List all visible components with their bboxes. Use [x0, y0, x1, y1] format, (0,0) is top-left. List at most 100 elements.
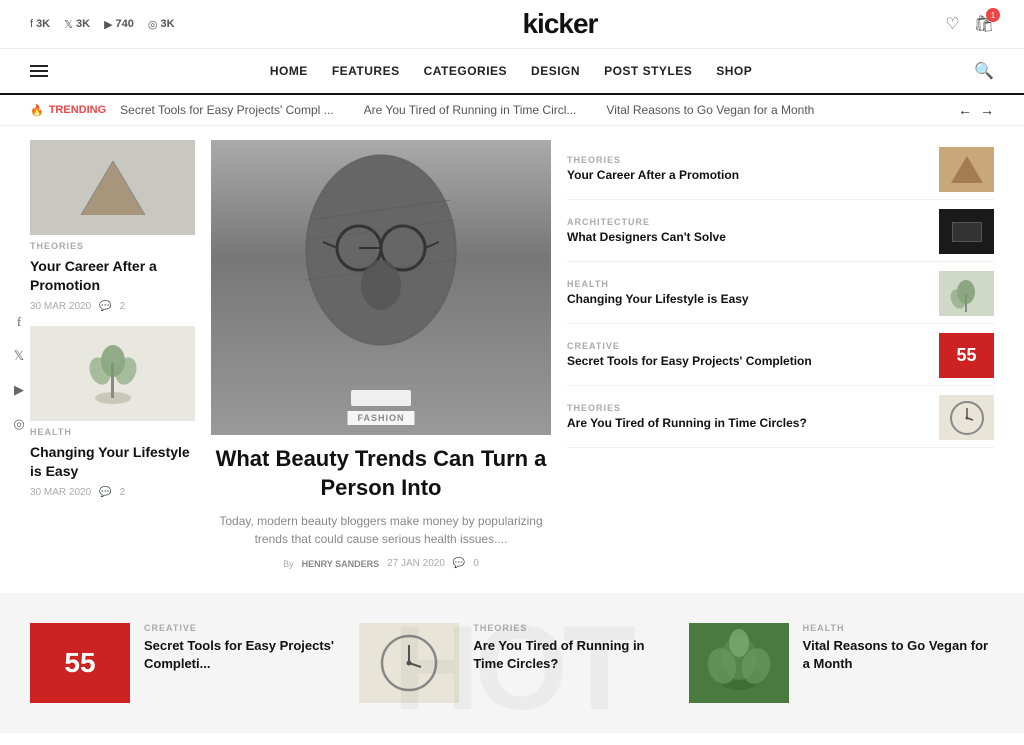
- youtube-float-icon[interactable]: ▶: [8, 379, 30, 401]
- bottom-card-2-cat: HEALTH: [803, 623, 994, 633]
- bottom-card-0-title[interactable]: Secret Tools for Easy Projects' Completi…: [144, 637, 335, 672]
- left-card-1-image[interactable]: [30, 326, 195, 421]
- left-card-1-category: HEALTH: [30, 427, 195, 437]
- right-item-2-title[interactable]: Changing Your Lifestyle is Easy: [567, 292, 929, 308]
- bottom-card-1-text: THEORIES Are You Tired of Running in Tim…: [473, 623, 664, 672]
- bottom-card-0-image[interactable]: 55: [30, 623, 130, 703]
- right-item-0-title[interactable]: Your Career After a Promotion: [567, 168, 929, 184]
- featured-meta: By HENRY SANDERS 27 JAN 2020 💬 0: [211, 558, 551, 569]
- right-item-1-title[interactable]: What Designers Can't Solve: [567, 230, 929, 246]
- clock-bottom-img: [359, 623, 459, 703]
- bottom-card-1-cat: THEORIES: [473, 623, 664, 633]
- left-card-1: HEALTH Changing Your Lifestyle is Easy 3…: [30, 326, 195, 498]
- floating-social: f 𝕏 ▶ ◎: [8, 311, 30, 435]
- instagram-float-icon[interactable]: ◎: [8, 413, 30, 435]
- left-card-1-meta: 30 MAR 2020 💬 2: [30, 487, 195, 498]
- nav-links: HOME FEATURES CATEGORIES DESIGN POST STY…: [270, 64, 752, 78]
- dark-img: [939, 209, 994, 254]
- right-item-0-cat: THEORIES: [567, 155, 929, 165]
- right-item-4-title[interactable]: Are You Tired of Running in Time Circles…: [567, 416, 929, 432]
- comment-icon-0: 💬: [99, 301, 111, 312]
- featured-image[interactable]: FASHION: [211, 140, 551, 435]
- ticker-prev[interactable]: ←: [958, 102, 972, 118]
- instagram-count: 3K: [161, 18, 175, 30]
- right-item-0-image[interactable]: [939, 147, 994, 192]
- search-icon[interactable]: 🔍: [974, 61, 994, 81]
- right-item-4-cat: THEORIES: [567, 403, 929, 413]
- bottom-card-0-cat: CREATIVE: [144, 623, 335, 633]
- fire-icon: 🔥: [30, 104, 44, 117]
- right-item-3-text: CREATIVE Secret Tools for Easy Projects'…: [567, 341, 929, 370]
- left-card-0-date: 30 MAR 2020: [30, 301, 91, 312]
- nav-post-styles[interactable]: POST STYLES: [604, 64, 692, 78]
- clock-img: [939, 395, 994, 440]
- nav-categories[interactable]: CATEGORIES: [424, 64, 507, 78]
- left-card-0-comments: 2: [120, 301, 126, 312]
- face-placeholder: FASHION: [211, 140, 551, 435]
- right-item-3-title[interactable]: Secret Tools for Easy Projects' Completi…: [567, 354, 929, 370]
- right-item-1-cat: ARCHITECTURE: [567, 217, 929, 227]
- site-logo[interactable]: kicker: [522, 8, 597, 40]
- nav-features[interactable]: FEATURES: [332, 64, 400, 78]
- featured-author: HENRY SANDERS: [302, 559, 380, 569]
- facebook-count: 3K: [36, 18, 50, 30]
- by-label: By: [283, 559, 294, 569]
- left-card-1-comments: 2: [120, 487, 126, 498]
- nav-home[interactable]: HOME: [270, 64, 308, 78]
- user-icon[interactable]: ♡: [945, 14, 959, 34]
- nav-shop[interactable]: SHOP: [716, 64, 752, 78]
- right-item-4-text: THEORIES Are You Tired of Running in Tim…: [567, 403, 929, 432]
- twitter-float-icon[interactable]: 𝕏: [8, 345, 30, 367]
- featured-article: FASHION FASHION What Beauty Trends Can T…: [211, 140, 551, 569]
- right-item-2-cat: HEALTH: [567, 279, 929, 289]
- ham-line-3: [30, 75, 48, 77]
- right-item-2-image[interactable]: [939, 271, 994, 316]
- left-card-0-image[interactable]: [30, 140, 195, 235]
- left-card-1-title[interactable]: Changing Your Lifestyle is Easy: [30, 443, 195, 481]
- nav-design[interactable]: DESIGN: [531, 64, 580, 78]
- social-links: f 3K 𝕏 3K ▶ 740 ◎ 3K: [30, 18, 175, 31]
- facebook-float-icon[interactable]: f: [8, 311, 30, 333]
- ticker-item-1[interactable]: Are You Tired of Running in Time Circl..…: [364, 103, 577, 117]
- bottom-card-1-image[interactable]: [359, 623, 459, 703]
- content-area: THEORIES Your Career After a Promotion 3…: [0, 126, 1024, 583]
- left-card-0-title[interactable]: Your Career After a Promotion: [30, 257, 195, 295]
- featured-cat-label: FASHION: [347, 411, 414, 425]
- bottom-card-1-title[interactable]: Are You Tired of Running in Time Circles…: [473, 637, 664, 672]
- twitter-count: 3K: [76, 18, 90, 30]
- bottom-card-2-title[interactable]: Vital Reasons to Go Vegan for a Month: [803, 637, 994, 672]
- youtube-social[interactable]: ▶ 740: [104, 18, 134, 31]
- bottom-strip: HOT 55 CREATIVE Secret Tools for Easy Pr…: [0, 593, 1024, 733]
- bottom-card-2-text: HEALTH Vital Reasons to Go Vegan for a M…: [803, 623, 994, 672]
- right-item-0-text: THEORIES Your Career After a Promotion: [567, 155, 929, 184]
- cart-wrapper: 🛍 1: [974, 14, 994, 34]
- featured-title[interactable]: What Beauty Trends Can Turn a Person Int…: [211, 445, 551, 502]
- ticker-bar: 🔥 TRENDING Secret Tools for Easy Project…: [0, 95, 1024, 126]
- hamburger-menu[interactable]: [30, 65, 48, 77]
- left-card-1-date: 30 MAR 2020: [30, 487, 91, 498]
- twitter-icon: 𝕏: [64, 18, 73, 31]
- ticker-item-2[interactable]: Vital Reasons to Go Vegan for a Month: [606, 103, 814, 117]
- right-item-4-image[interactable]: [939, 395, 994, 440]
- left-card-0: THEORIES Your Career After a Promotion 3…: [30, 140, 195, 312]
- left-card-0-category: THEORIES: [30, 241, 195, 251]
- bottom-card-2-image[interactable]: [689, 623, 789, 703]
- twitter-social[interactable]: 𝕏 3K: [64, 18, 90, 31]
- bottom-card-1: THEORIES Are You Tired of Running in Tim…: [359, 623, 664, 703]
- ticker-item-0[interactable]: Secret Tools for Easy Projects' Compl ..…: [120, 103, 333, 117]
- ham-line-2: [30, 70, 48, 72]
- right-item-3-image[interactable]: 55: [939, 333, 994, 378]
- right-item-1: ARCHITECTURE What Designers Can't Solve: [567, 202, 994, 262]
- right-item-0: THEORIES Your Career After a Promotion: [567, 140, 994, 200]
- instagram-social[interactable]: ◎ 3K: [148, 18, 175, 31]
- wood-triangle-img: [939, 147, 994, 192]
- facebook-social[interactable]: f 3K: [30, 18, 50, 30]
- ticker-nav: ← →: [958, 102, 994, 118]
- right-item-4: THEORIES Are You Tired of Running in Tim…: [567, 388, 994, 448]
- comment-icon-feat: 💬: [453, 558, 465, 569]
- ticker-next[interactable]: →: [980, 102, 994, 118]
- featured-date: 27 JAN 2020: [387, 558, 445, 569]
- top-right-icons: ♡ 🛍 1: [945, 14, 994, 34]
- right-item-1-image[interactable]: [939, 209, 994, 254]
- right-item-2: HEALTH Changing Your Lifestyle is Easy: [567, 264, 994, 324]
